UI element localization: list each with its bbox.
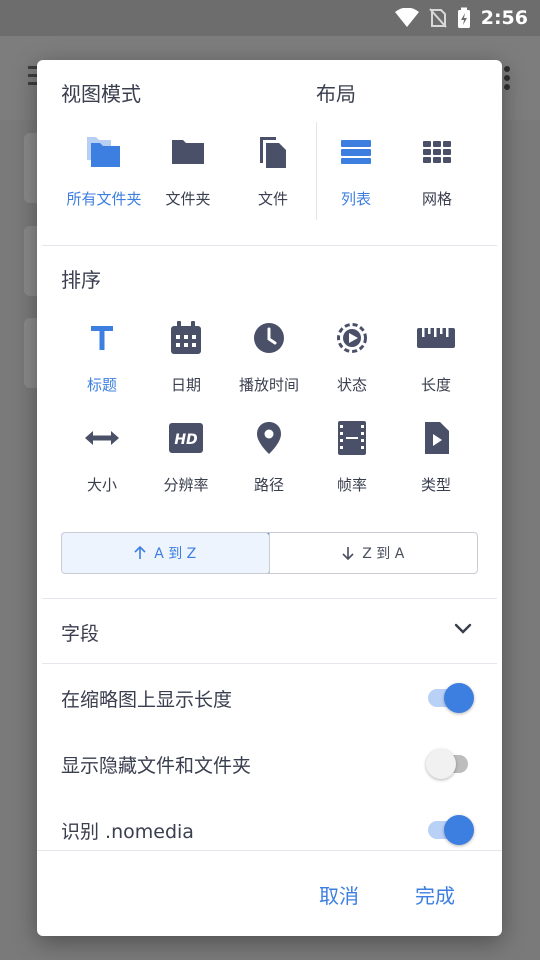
sort-descending-button[interactable]: Z 到 A: [268, 533, 478, 573]
view-mode-label: 文件夹: [165, 190, 211, 208]
sort-ascending-label: A 到 Z: [154, 546, 197, 562]
view-options-dialog: 视图模式 布局 所有文件夹 文件夹 文件 列表 网格 排序 标题 日期 播放时间…: [37, 60, 502, 936]
sort-label: 长度: [420, 376, 451, 394]
view-mode-folders[interactable]: 文件夹: [143, 132, 233, 209]
sort-label: 类型: [420, 476, 451, 494]
folder-icon: [171, 132, 205, 172]
sort-by-frame-rate[interactable]: 帧率: [307, 418, 397, 495]
sort-by-path[interactable]: 路径: [224, 418, 314, 495]
sort-by-type[interactable]: 类型: [391, 418, 481, 495]
layout-grid[interactable]: 网格: [392, 132, 482, 209]
layout-label: 列表: [340, 190, 371, 208]
sort-descending-label: Z 到 A: [362, 546, 405, 562]
sort-direction-toggle: A 到 Z Z 到 A: [61, 532, 478, 574]
size-icon: [85, 418, 119, 458]
play-status-icon: [336, 318, 368, 358]
done-button[interactable]: 完成: [415, 880, 455, 909]
layout-list[interactable]: 列表: [311, 132, 401, 209]
sort-label: 大小: [86, 476, 117, 494]
film-icon: [338, 418, 366, 458]
view-mode-title: 视图模式: [61, 82, 141, 106]
view-mode-label: 文件: [257, 190, 288, 208]
sort-label: 播放时间: [238, 376, 299, 394]
cancel-button[interactable]: 取消: [319, 880, 359, 909]
grid-icon: [423, 132, 451, 172]
sort-by-date[interactable]: 日期: [141, 318, 231, 395]
sort-label: 分辨率: [163, 476, 209, 494]
sort-label: 帧率: [336, 476, 367, 494]
clock-icon: [253, 318, 285, 358]
sort-by-resolution[interactable]: HD 分辨率: [141, 418, 231, 495]
divider: [42, 245, 497, 246]
arrow-down-icon: [342, 547, 354, 560]
sort-ascending-button[interactable]: A 到 Z: [62, 533, 270, 573]
sort-label: 状态: [336, 376, 367, 394]
status-time: 2:56: [480, 7, 528, 29]
sort-by-play-time[interactable]: 播放时间: [224, 318, 314, 395]
fields-label[interactable]: 字段: [61, 619, 99, 646]
show-hidden-switch[interactable]: [426, 744, 472, 784]
show-length-label: 在缩略图上显示长度: [61, 689, 233, 711]
sort-by-title[interactable]: 标题: [57, 318, 147, 395]
hd-icon: HD: [169, 418, 203, 458]
svg-text:HD: HD: [174, 432, 197, 448]
sort-title: 排序: [61, 268, 101, 292]
show-hidden-label: 显示隐藏文件和文件夹: [61, 755, 252, 777]
view-mode-label: 所有文件夹: [66, 190, 142, 208]
sort-label: 标题: [86, 376, 117, 394]
arrow-up-icon: [134, 546, 146, 559]
ruler-icon: [417, 318, 455, 358]
all-folders-icon: [85, 132, 123, 172]
calendar-icon: [170, 318, 202, 358]
layout-title: 布局: [316, 82, 356, 106]
chevron-down-icon[interactable]: [454, 620, 472, 639]
sort-by-status[interactable]: 状态: [307, 318, 397, 395]
layout-label: 网格: [421, 190, 452, 208]
wifi-icon: [394, 8, 419, 28]
background-more-icon: [504, 66, 510, 93]
view-mode-all-folders[interactable]: 所有文件夹: [59, 132, 149, 209]
files-icon: [258, 132, 288, 172]
file-type-icon: [423, 418, 449, 458]
sort-by-length[interactable]: 长度: [391, 318, 481, 395]
battery-charging-icon: [457, 7, 471, 29]
location-icon: [257, 418, 281, 458]
nomedia-switch[interactable]: [428, 810, 474, 850]
show-length-switch[interactable]: [428, 678, 474, 718]
title-icon: [91, 318, 113, 358]
view-mode-files[interactable]: 文件: [228, 132, 318, 209]
nomedia-label: 识别 .nomedia: [61, 821, 194, 843]
status-bar: 2:56: [0, 0, 540, 36]
status-icons: 2:56: [394, 0, 528, 36]
divider: [42, 598, 497, 599]
sort-label: 路径: [253, 476, 284, 494]
divider: [42, 663, 497, 664]
sort-label: 日期: [170, 376, 201, 394]
list-icon: [341, 132, 371, 172]
no-sim-icon: [428, 8, 447, 28]
sort-by-size[interactable]: 大小: [57, 418, 147, 495]
footer-divider: [37, 850, 502, 851]
